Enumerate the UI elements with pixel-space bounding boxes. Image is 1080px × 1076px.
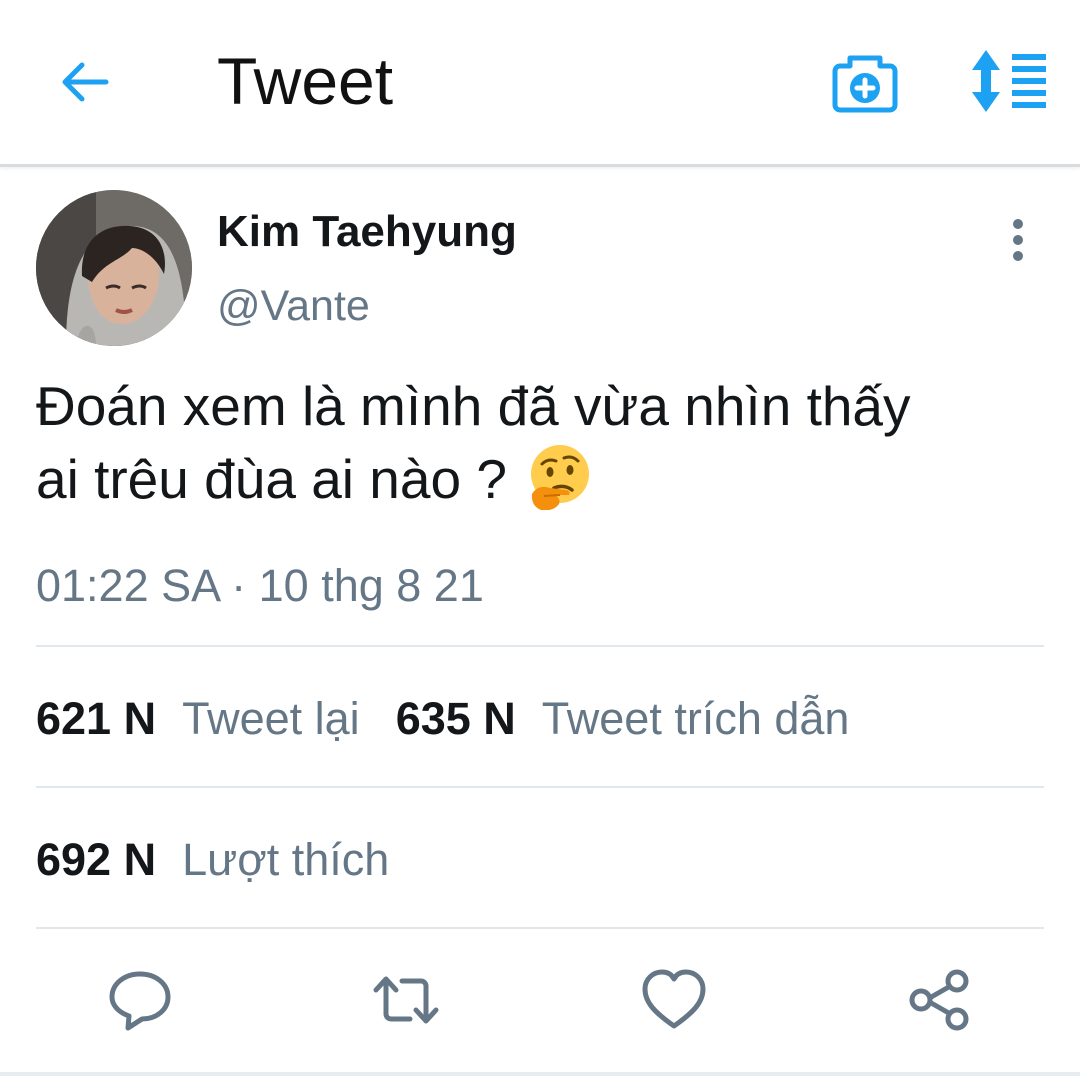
reply-button[interactable]: [106, 966, 174, 1034]
likes-stat[interactable]: 692 N Lượt thích: [36, 830, 389, 890]
top-app-bar: Tweet: [0, 0, 1080, 167]
tweet-timestamp: 01:22 SA · 10 thg 8 21: [36, 560, 484, 611]
share-icon: [909, 969, 969, 1031]
back-button[interactable]: [52, 50, 116, 114]
retweet-icon: [373, 976, 439, 1024]
bottom-divider: [0, 1072, 1080, 1076]
tweet-text: Đoán xem là mình đã vừa nhìn thấy ai trê…: [36, 370, 1046, 515]
author-name[interactable]: Kim Taehyung: [217, 206, 517, 258]
divider: [36, 645, 1044, 647]
tweet-text-segment: ai trêu đùa ai nào ?: [36, 448, 507, 510]
camera-button[interactable]: [830, 46, 900, 116]
tweet-detail-screen: Tweet Kim Taehyung @Vante Đoán xem là mì…: [0, 0, 1080, 1076]
quotes-count: 635 N: [395, 693, 516, 744]
like-button[interactable]: [640, 966, 708, 1034]
stats-row-likes: 692 N Lượt thích: [36, 830, 425, 890]
reply-icon: [109, 971, 171, 1031]
more-vertical-icon: [1013, 219, 1023, 261]
likes-count: 692 N: [36, 834, 157, 885]
stats-row-retweets: 621 N Tweet lại 635 N Tweet trích dẫn: [36, 689, 885, 749]
divider: [36, 927, 1044, 929]
divider: [36, 786, 1044, 788]
tweet-text-line: ai trêu đùa ai nào ?: [36, 442, 1046, 515]
retweet-button[interactable]: [372, 966, 440, 1034]
tweet-text-line: Đoán xem là mình đã vừa nhìn thấy: [36, 375, 911, 437]
camera-plus-icon: [832, 55, 898, 113]
likes-label: Lượt thích: [182, 834, 390, 885]
retweets-stat[interactable]: 621 N Tweet lại: [36, 689, 360, 749]
quotes-stat[interactable]: 635 N Tweet trích dẫn: [396, 689, 850, 749]
sort-list-icon: [972, 50, 1046, 112]
thinking-face-icon: [531, 445, 590, 510]
profile-photo: [36, 190, 192, 346]
sort-button[interactable]: [966, 48, 1050, 114]
share-button[interactable]: [906, 966, 974, 1034]
avatar[interactable]: [36, 190, 192, 346]
retweets-label: Tweet lại: [182, 693, 360, 744]
quotes-label: Tweet trích dẫn: [541, 693, 850, 744]
heart-icon: [642, 969, 706, 1029]
page-title: Tweet: [217, 44, 394, 118]
more-options-button[interactable]: [996, 214, 1040, 270]
author-handle[interactable]: @Vante: [217, 280, 370, 332]
arrow-left-icon: [62, 62, 109, 102]
retweets-count: 621 N: [36, 693, 157, 744]
